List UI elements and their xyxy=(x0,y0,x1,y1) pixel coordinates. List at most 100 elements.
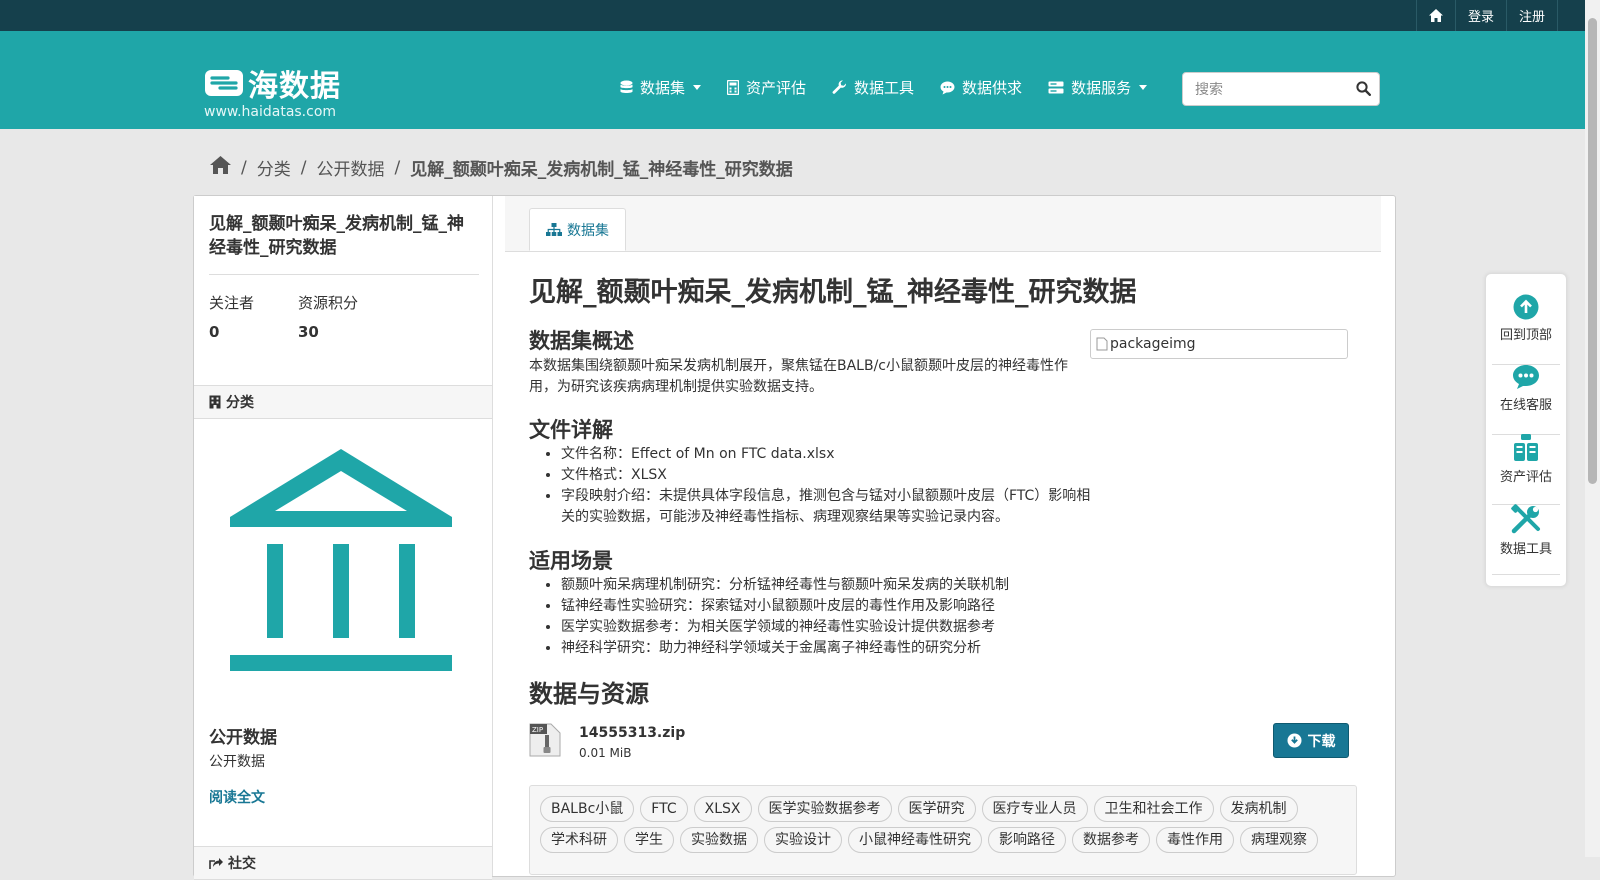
list-item: 医学实验数据参考：为相关医学领域的神经毒性实验设计提供数据参考 xyxy=(561,617,1101,638)
page-scrollbar[interactable] xyxy=(1585,0,1600,857)
page-title: 见解_额颞叶痴呆_发病机制_锰_神经毒性_研究数据 xyxy=(529,277,1137,308)
tag[interactable]: 实验数据 xyxy=(680,827,758,853)
zip-file-icon[interactable]: ZIP xyxy=(529,723,561,757)
data-tools-button[interactable]: 数据工具 xyxy=(1492,504,1560,575)
followers-count: 0 xyxy=(209,323,220,341)
tag[interactable]: 实验设计 xyxy=(764,827,842,853)
tag[interactable]: 卫生和社会工作 xyxy=(1093,796,1214,822)
category-heading: 分类 xyxy=(194,385,492,419)
resource-item: ZIP 14555313.zip 0.01 MiB 下载 xyxy=(529,723,1349,769)
tag[interactable]: 影响路径 xyxy=(988,827,1066,853)
online-support-button[interactable]: 在线客服 xyxy=(1492,364,1560,435)
tag[interactable]: 病理观察 xyxy=(1240,827,1318,853)
share-icon xyxy=(209,857,223,869)
asset-eval-button[interactable]: 资产评估 xyxy=(1492,434,1560,505)
caret-down-icon xyxy=(1139,85,1148,90)
home-link[interactable] xyxy=(1415,0,1455,31)
search-box xyxy=(1182,72,1380,106)
social-heading-label: 社交 xyxy=(228,856,256,872)
home-icon xyxy=(1428,9,1443,22)
scrollbar-thumb[interactable] xyxy=(1588,18,1597,484)
search-icon xyxy=(1356,81,1372,97)
points-count: 30 xyxy=(298,323,319,341)
download-icon xyxy=(1287,733,1301,748)
dataset-title: 见解_额颞叶痴呆_发病机制_锰_神经毒性_研究数据 xyxy=(209,214,464,258)
login-link[interactable]: 登录 xyxy=(1454,0,1506,31)
tag[interactable]: 数据参考 xyxy=(1072,827,1150,853)
float-label: 资产评估 xyxy=(1499,470,1552,485)
tag[interactable]: 小鼠神经毒性研究 xyxy=(848,827,982,853)
nav-label: 数据集 xyxy=(640,79,686,97)
read-more-link[interactable]: 阅读全文 xyxy=(209,787,265,807)
nav-item-supply-demand[interactable]: 数据供求 xyxy=(940,77,1022,98)
breadcrumb-category[interactable]: 分类 xyxy=(257,155,291,180)
nav-item-asset-eval[interactable]: 资产评估 xyxy=(727,77,806,98)
search-input[interactable] xyxy=(1193,79,1347,101)
download-button[interactable]: 下载 xyxy=(1273,723,1349,758)
resources-heading: 数据与资源 xyxy=(529,680,649,708)
list-item: 文件名称：Effect of Mn on FTC data.xlsx xyxy=(561,444,1101,465)
list-item: 字段映射介绍：未提供具体字段信息，推测包含与锰对小鼠额颞叶皮层（FTC）影响相关… xyxy=(561,486,1101,528)
social-heading: 社交 xyxy=(194,846,492,880)
file-details-list: 文件名称：Effect of Mn on FTC data.xlsx 文件格式：… xyxy=(529,444,1101,528)
site-logo[interactable]: 海数据 xyxy=(204,61,341,105)
back-to-top-button[interactable]: 回到顶部 xyxy=(1492,294,1560,365)
tab-dataset[interactable]: 数据集 xyxy=(529,208,626,251)
scenarios-heading: 适用场景 xyxy=(529,549,613,573)
overview-heading: 数据集概述 xyxy=(529,329,634,353)
tag[interactable]: FTC xyxy=(640,796,688,822)
breadcrumb-current[interactable]: 见解_额颞叶痴呆_发病机制_锰_神经毒性_研究数据 xyxy=(410,155,793,180)
chat-bubble-icon xyxy=(1513,365,1539,389)
tag[interactable]: 学生 xyxy=(624,827,674,853)
float-label: 回到顶部 xyxy=(1499,328,1552,343)
register-link[interactable]: 注册 xyxy=(1505,0,1558,31)
chat-icon xyxy=(940,81,955,94)
tag[interactable]: 发病机制 xyxy=(1219,796,1298,822)
list-item: 额颞叶痴呆病理机制研究：分析锰神经毒性与额颞叶痴呆发病的关联机制 xyxy=(561,575,1101,596)
sitemap-icon xyxy=(546,223,562,236)
main-content: 数据集 见解_额颞叶痴呆_发病机制_锰_神经毒性_研究数据 数据集概述 本数据集… xyxy=(493,196,1395,876)
nav-item-datasets[interactable]: 数据集 xyxy=(620,77,702,98)
followers-stat: 关注者 0 xyxy=(209,292,254,341)
server-icon xyxy=(1048,81,1064,94)
scenarios-list: 额颞叶痴呆病理机制研究：分析锰神经毒性与额颞叶痴呆发病的关联机制 锰神经毒性实验… xyxy=(529,575,1101,659)
broken-image-icon xyxy=(1096,337,1108,351)
divider xyxy=(209,274,479,275)
float-label: 在线客服 xyxy=(1499,398,1552,413)
resource-name[interactable]: 14555313.zip xyxy=(579,725,685,741)
points-label: 资源积分 xyxy=(298,294,359,312)
breadcrumb-public-data[interactable]: 公开数据 xyxy=(316,155,384,180)
nav-item-data-tools[interactable]: 数据工具 xyxy=(832,77,914,98)
home-icon xyxy=(210,156,231,174)
download-label: 下载 xyxy=(1307,733,1336,750)
institution-icon[interactable] xyxy=(230,449,452,671)
breadcrumb: / 分类 / 公开数据 / 见解_额颞叶痴呆_发病机制_锰_神经毒性_研究数据 xyxy=(210,155,793,180)
list-item: 文件格式：XLSX xyxy=(561,465,1101,486)
tab-label: 数据集 xyxy=(567,222,609,239)
search-button[interactable] xyxy=(1356,81,1372,100)
tag[interactable]: BALBc小鼠 xyxy=(540,796,635,822)
nav-item-data-services[interactable]: 数据服务 xyxy=(1048,77,1148,98)
org-description: 公开数据 xyxy=(209,754,265,770)
list-item: 神经科学研究：助力神经科学领域关于金属离子神经毒性的研究分析 xyxy=(561,638,1101,659)
tag[interactable]: XLSX xyxy=(693,796,752,822)
breadcrumb-separator: / xyxy=(300,157,307,178)
nav-label: 数据工具 xyxy=(854,79,915,97)
tag[interactable]: 医学研究 xyxy=(897,796,976,822)
main-wrapper: 见解_额颞叶痴呆_发病机制_锰_神经毒性_研究数据 关注者 0 资源积分 30 … xyxy=(193,195,1396,880)
tag[interactable]: 毒性作用 xyxy=(1156,827,1234,853)
breadcrumb-separator: / xyxy=(241,157,247,178)
tag-list: BALBc小鼠 FTC XLSX 医学实验数据参考 医学研究 医疗专业人员 卫生… xyxy=(529,785,1357,875)
tag[interactable]: 医疗专业人员 xyxy=(981,796,1088,822)
followers-label: 关注者 xyxy=(209,294,255,312)
breadcrumb-home[interactable] xyxy=(210,156,231,179)
package-image: packageimg xyxy=(1090,329,1348,359)
nav-label: 资产评估 xyxy=(746,79,807,97)
category-heading-label: 分类 xyxy=(226,395,254,411)
breadcrumb-separator: / xyxy=(394,157,401,178)
wrench-icon xyxy=(832,80,847,94)
sidebar: 见解_额颞叶痴呆_发病机制_锰_神经毒性_研究数据 关注者 0 资源积分 30 … xyxy=(194,196,493,880)
tag[interactable]: 学术科研 xyxy=(540,827,618,853)
tag[interactable]: 医学实验数据参考 xyxy=(757,796,892,822)
brand-name: 海数据 xyxy=(248,69,341,104)
